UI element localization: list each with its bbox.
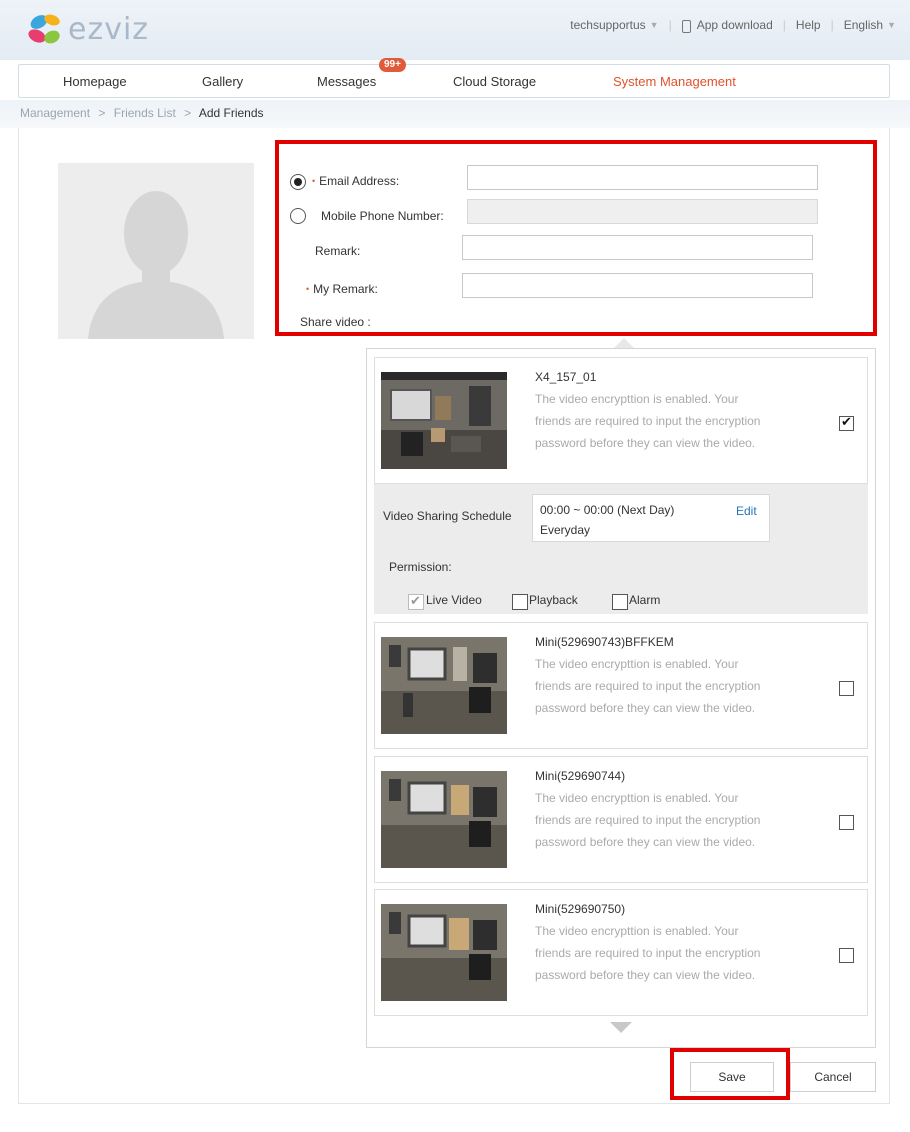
live-video-label: Live Video: [426, 593, 482, 607]
alarm-checkbox[interactable]: [612, 594, 628, 610]
camera-name: Mini(529690743)BFFKEM: [535, 635, 674, 649]
top-links: techsupportus ▼ | App download | Help | …: [570, 18, 896, 33]
breadcrumb-friends-list[interactable]: Friends List: [114, 106, 176, 120]
camera-thumbnail: [381, 637, 507, 734]
permission-label: Permission:: [389, 560, 452, 574]
chevron-down-icon: ▼: [887, 20, 896, 30]
camera-name: Mini(529690750): [535, 902, 626, 916]
divider: |: [830, 18, 834, 32]
playback-checkbox[interactable]: [512, 594, 528, 610]
language-select[interactable]: English: [844, 18, 883, 32]
form-highlight-box: [275, 140, 877, 336]
chevron-down-icon: ▼: [649, 20, 659, 30]
camera-card: Mini(529690750) The video encrypttion is…: [374, 889, 868, 1016]
camera-thumbnail: [381, 372, 507, 469]
breadcrumb-separator: >: [184, 106, 192, 120]
user-menu[interactable]: techsupportus: [570, 18, 645, 32]
user-silhouette-icon: [88, 191, 224, 339]
ezviz-logo-mark-icon: [28, 14, 60, 44]
camera-share-checkbox[interactable]: [839, 414, 854, 431]
live-video-checkbox[interactable]: [408, 593, 424, 610]
nav-messages[interactable]: Messages: [317, 74, 376, 89]
camera-share-checkbox[interactable]: [839, 681, 854, 696]
save-highlight-box: [670, 1048, 790, 1100]
camera-name: X4_157_01: [535, 370, 597, 384]
camera-name: Mini(529690744): [535, 769, 626, 783]
messages-count-badge: 99+: [379, 58, 406, 72]
ezviz-logo[interactable]: ezviz: [26, 10, 166, 50]
avatar: [58, 163, 254, 339]
divider: |: [668, 18, 672, 32]
nav-system-management[interactable]: System Management: [613, 74, 736, 89]
schedule-label: Video Sharing Schedule: [383, 509, 512, 523]
schedule-time: 00:00 ~ 00:00 (Next Day): [540, 503, 675, 517]
camera-card: Mini(529690743)BFFKEM The video encryptt…: [374, 622, 868, 749]
phone-icon: [681, 19, 691, 33]
divider: |: [782, 18, 786, 32]
alarm-label: Alarm: [629, 593, 661, 607]
camera-card: X4_157_01 The video encrypttion is enabl…: [374, 357, 868, 484]
scroll-up-arrow-icon[interactable]: [614, 338, 634, 348]
help-link[interactable]: Help: [796, 18, 821, 32]
camera-encryption-note: The video encrypttion is enabled. Your f…: [535, 657, 761, 715]
breadcrumb-management[interactable]: Management: [20, 106, 90, 120]
breadcrumb-add-friends: Add Friends: [198, 106, 264, 120]
camera-share-checkbox[interactable]: [839, 815, 854, 830]
camera-encryption-note: The video encrypttion is enabled. Your f…: [535, 392, 761, 450]
top-bar: ezviz techsupportus ▼ | App download | H…: [0, 0, 910, 60]
schedule-days: Everyday: [540, 523, 591, 537]
camera-share-checkbox[interactable]: [839, 948, 854, 963]
schedule-edit-link[interactable]: Edit: [736, 504, 757, 518]
cancel-button[interactable]: Cancel: [790, 1062, 876, 1092]
ezviz-logo-text: ezviz: [68, 12, 150, 47]
breadcrumb-separator: >: [98, 106, 106, 120]
camera-card: Mini(529690744) The video encrypttion is…: [374, 756, 868, 883]
nav-cloud-storage[interactable]: Cloud Storage: [453, 74, 536, 89]
camera-thumbnail: [381, 904, 507, 1001]
nav-homepage[interactable]: Homepage: [63, 74, 127, 89]
breadcrumb-bar: Management > Friends List > Add Friends: [0, 100, 910, 128]
nav-gallery[interactable]: Gallery: [202, 74, 243, 89]
camera-thumbnail: [381, 771, 507, 868]
playback-label: Playback: [529, 593, 578, 607]
scroll-down-arrow-icon[interactable]: [610, 1022, 632, 1033]
main-nav: Homepage Gallery Messages Cloud Storage …: [18, 64, 890, 98]
camera-encryption-note: The video encrypttion is enabled. Your f…: [535, 924, 761, 982]
breadcrumb: Management > Friends List > Add Friends: [20, 106, 264, 120]
app-download-link[interactable]: App download: [697, 18, 773, 32]
camera-encryption-note: The video encrypttion is enabled. Your f…: [535, 791, 761, 849]
